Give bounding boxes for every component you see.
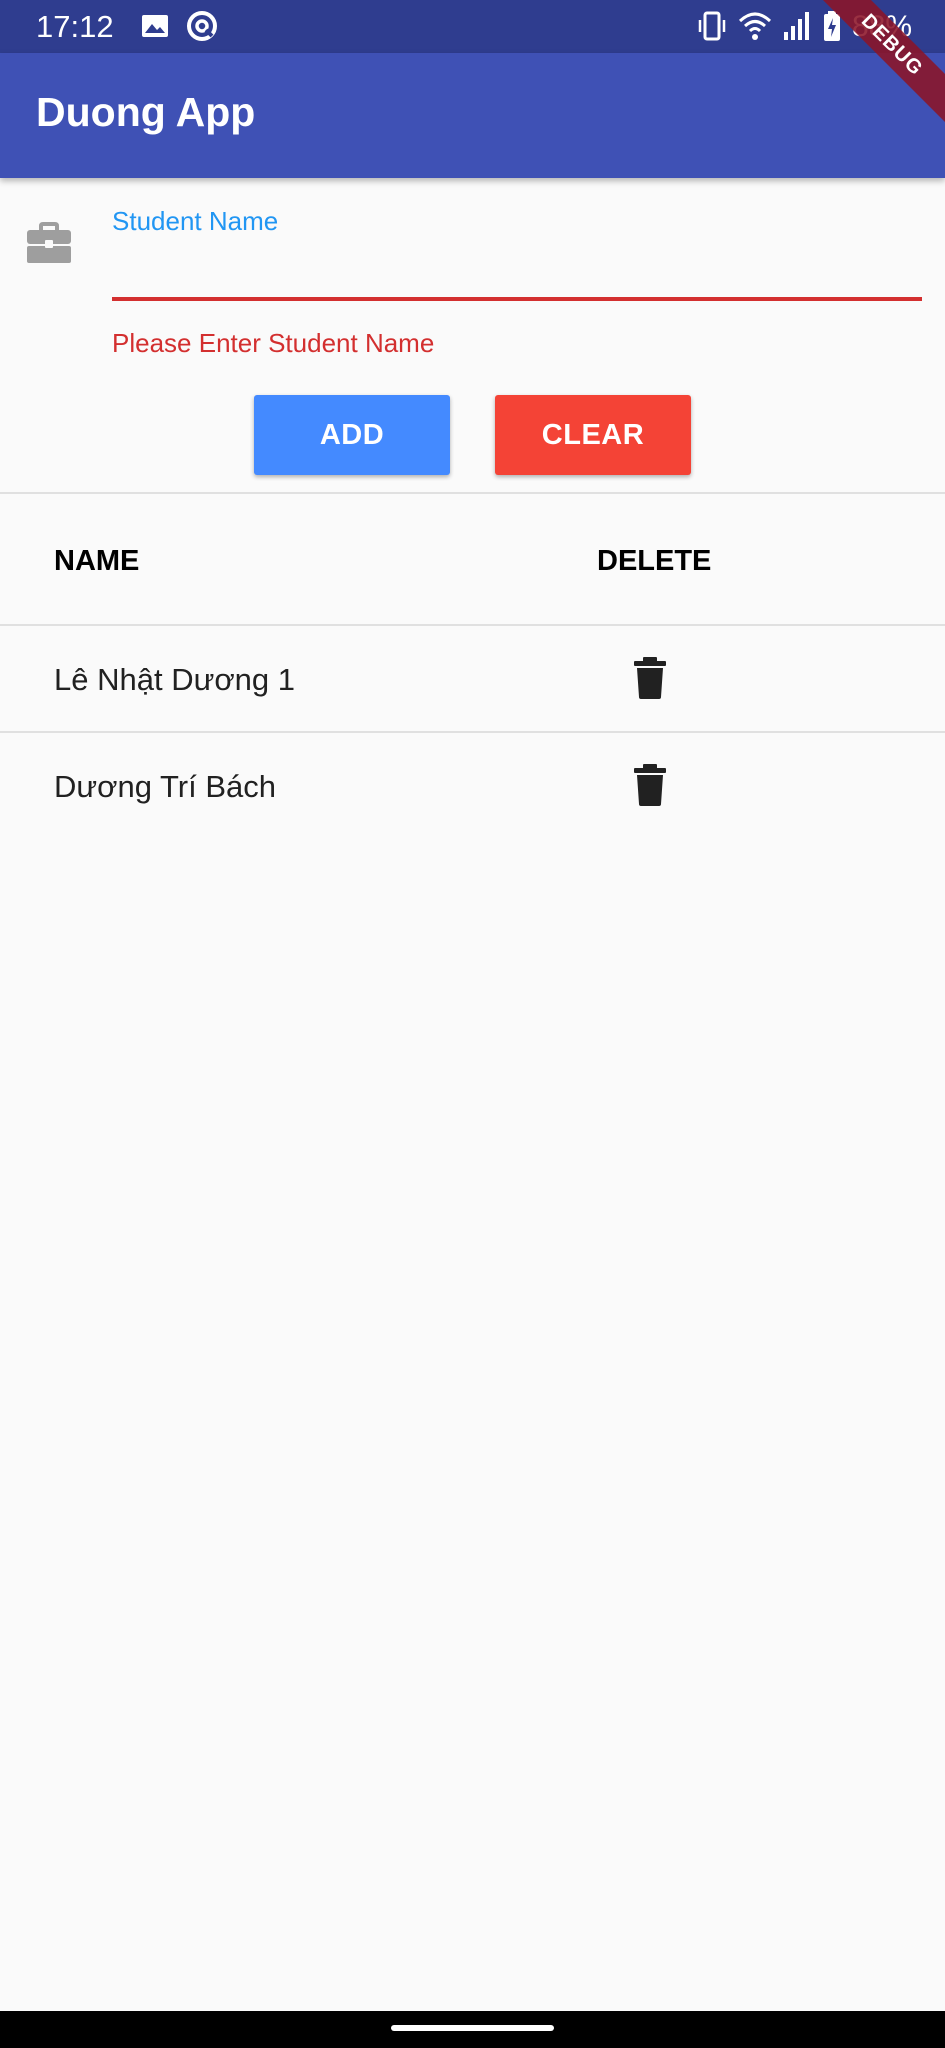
student-name-input[interactable] [112,245,922,301]
cell-signal-icon [784,12,809,40]
form-divider [0,492,945,494]
battery-charging-icon [824,11,840,41]
app-bar: Duong App [0,53,945,178]
briefcase-icon [27,222,71,263]
status-time: 17:12 [36,9,114,44]
battery-percentage: 88% [852,10,913,43]
trash-icon[interactable] [632,656,668,700]
student-name-cell: Lê Nhật Dương 1 [54,662,295,697]
wifi-icon [738,12,772,40]
student-name-cell: Dương Trí Bách [54,769,276,804]
at-sign-icon [187,11,217,41]
image-icon [142,15,168,37]
student-name-label: Student Name [112,206,279,236]
table-row: Lê Nhật Dương 1 [0,626,945,732]
trash-icon[interactable] [632,763,668,807]
vibrate-icon [698,11,726,41]
add-button[interactable]: ADD [254,395,450,475]
home-gesture-handle[interactable] [391,2025,554,2031]
table-row: Dương Trí Bách [0,733,945,839]
app-title: Duong App [36,89,256,135]
clear-button[interactable]: CLEAR [495,395,691,475]
status-bar: 17:12 88% [0,0,945,53]
navigation-bar [0,2011,945,2048]
column-header-delete: DELETE [597,545,712,577]
column-header-name: NAME [54,545,140,577]
student-name-error: Please Enter Student Name [112,328,435,358]
